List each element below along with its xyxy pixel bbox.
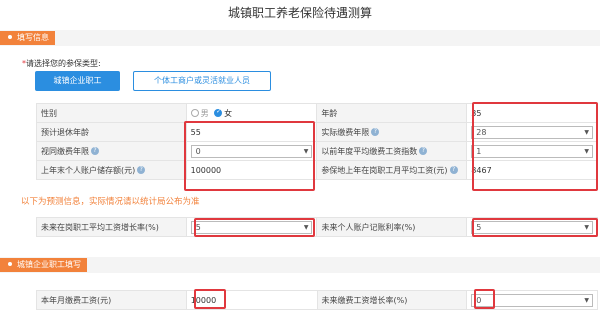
- table-row: 视同缴费年限? 0 ▼ 以前年度平均缴费工资指数? 1 ▼: [36, 141, 598, 161]
- balance-label-cell: 上年末个人账户储存额(元)?: [36, 160, 187, 180]
- future-wage-growth-value: 0: [476, 295, 482, 305]
- section-title-employee: 城镇企业职工填写: [17, 260, 81, 269]
- chevron-down-icon: ▼: [303, 147, 309, 155]
- bullet-icon: [8, 34, 12, 39]
- table-row: 性别 男 女 年龄 35: [36, 103, 598, 123]
- account-rate-label: 未来个人账户记账利率(%): [316, 217, 468, 237]
- chevron-down-icon: ▼: [584, 223, 589, 231]
- help-icon[interactable]: ?: [91, 147, 99, 155]
- future-wage-growth-label: 未来缴费工资增长率(%): [316, 290, 468, 310]
- balance-label: 上年末个人账户储存额(元): [41, 165, 136, 175]
- avg-wage-label-cell: 参保地上年在岗职工月平均工资(元)?: [316, 160, 468, 180]
- account-rate-value: 5: [476, 222, 482, 232]
- table-row: 上年末个人账户储存额(元)? 100000 参保地上年在岗职工月平均工资(元)?…: [36, 160, 598, 180]
- actual-years-cell: 28 ▼: [466, 122, 598, 142]
- forecast-wage-growth-label: 未来在岗职工平均工资增长率(%): [36, 217, 187, 237]
- deemed-years-value: 0: [195, 146, 201, 156]
- deemed-years-cell: 0 ▼: [185, 141, 318, 161]
- info-table: 性别 男 女 年龄 35 预计退休年龄 55 实际缴费年限? 28 ▼ 视同缴费年…: [36, 103, 598, 180]
- deemed-years-label: 视同缴费年限: [41, 146, 89, 156]
- prev-index-cell: 1 ▼: [466, 141, 598, 161]
- chevron-down-icon: ▼: [584, 296, 589, 304]
- section-label-employee: 城镇企业职工填写: [0, 258, 87, 272]
- forecast-table: 未来在岗职工平均工资增长率(%) 5 ▼ 未来个人账户记账利率(%) 5 ▼: [36, 217, 598, 237]
- table-row: 未来在岗职工平均工资增长率(%) 5 ▼ 未来个人账户记账利率(%) 5 ▼: [36, 217, 598, 237]
- gender-label: 性别: [36, 103, 187, 123]
- account-rate-cell: 5 ▼: [466, 217, 598, 237]
- gender-female-label: 女: [224, 108, 233, 118]
- avg-wage-field[interactable]: 8467: [466, 160, 598, 180]
- page-title: 城镇职工养老保险待遇测算: [227, 6, 372, 20]
- prompt-text: 请选择您的参保类型:: [26, 59, 101, 68]
- gender-female-radio[interactable]: [214, 108, 223, 117]
- table-row: 预计退休年龄 55 实际缴费年限? 28 ▼: [36, 122, 598, 142]
- actual-years-select[interactable]: 28 ▼: [471, 125, 593, 139]
- monthly-wage-field[interactable]: 10000: [185, 290, 318, 310]
- forecast-wage-growth-select[interactable]: 5 ▼: [190, 220, 313, 234]
- section-header-employee: 城镇企业职工填写: [0, 257, 600, 273]
- forecast-wage-growth-value: 5: [195, 222, 201, 232]
- help-icon[interactable]: ?: [449, 166, 458, 174]
- future-wage-growth-cell: 0 ▼: [466, 290, 598, 310]
- gender-field: 男 女: [185, 103, 318, 123]
- retire-age-label: 预计退休年龄: [36, 122, 187, 142]
- forecast-wage-growth-cell: 5 ▼: [185, 217, 318, 237]
- section-label-info: 填写信息: [0, 31, 55, 45]
- age-field[interactable]: 35: [466, 103, 598, 123]
- account-rate-select[interactable]: 5 ▼: [471, 220, 593, 234]
- age-label: 年龄: [316, 103, 468, 123]
- retire-age-field[interactable]: 55: [185, 122, 318, 142]
- future-wage-growth-select[interactable]: 0 ▼: [471, 293, 593, 307]
- help-icon[interactable]: ?: [419, 147, 428, 155]
- employee-table: 本年月缴费工资(元) 10000 未来缴费工资增长率(%) 0 ▼: [36, 290, 598, 310]
- actual-years-label: 实际缴费年限: [321, 127, 370, 137]
- type-button-urban-employee[interactable]: 城镇企业职工: [35, 71, 120, 91]
- actual-years-label-cell: 实际缴费年限?: [316, 122, 468, 142]
- insurance-type-prompt: *请选择您的参保类型:: [22, 58, 101, 69]
- help-icon[interactable]: ?: [137, 166, 146, 174]
- bullet-icon: [8, 261, 12, 266]
- monthly-wage-label: 本年月缴费工资(元): [36, 290, 187, 310]
- chevron-down-icon: ▼: [303, 223, 309, 231]
- gender-male-radio[interactable]: [190, 109, 199, 117]
- balance-field[interactable]: 100000: [185, 160, 318, 180]
- prev-index-label: 以前年度平均缴费工资指数: [321, 146, 418, 156]
- avg-wage-label: 参保地上年在岗职工月平均工资(元): [321, 165, 448, 175]
- chevron-down-icon: ▼: [584, 147, 589, 155]
- prev-index-value: 1: [476, 146, 482, 156]
- chevron-down-icon: ▼: [584, 128, 589, 136]
- forecast-note: 以下为预测信息，实际情况请以统计局公布为准: [21, 197, 200, 207]
- table-row: 本年月缴费工资(元) 10000 未来缴费工资增长率(%) 0 ▼: [36, 290, 598, 310]
- deemed-years-select[interactable]: 0 ▼: [190, 144, 313, 158]
- type-button-flexible-employment[interactable]: 个体工商户或灵活就业人员: [133, 71, 271, 91]
- gender-male-label: 男: [200, 108, 209, 118]
- section-title-info: 填写信息: [17, 33, 49, 42]
- prev-index-select[interactable]: 1 ▼: [471, 144, 593, 158]
- help-icon[interactable]: ?: [371, 128, 380, 136]
- section-header-info: 填写信息: [0, 30, 600, 46]
- prev-index-label-cell: 以前年度平均缴费工资指数?: [316, 141, 468, 161]
- deemed-years-label-cell: 视同缴费年限?: [36, 141, 187, 161]
- actual-years-value: 28: [476, 127, 487, 137]
